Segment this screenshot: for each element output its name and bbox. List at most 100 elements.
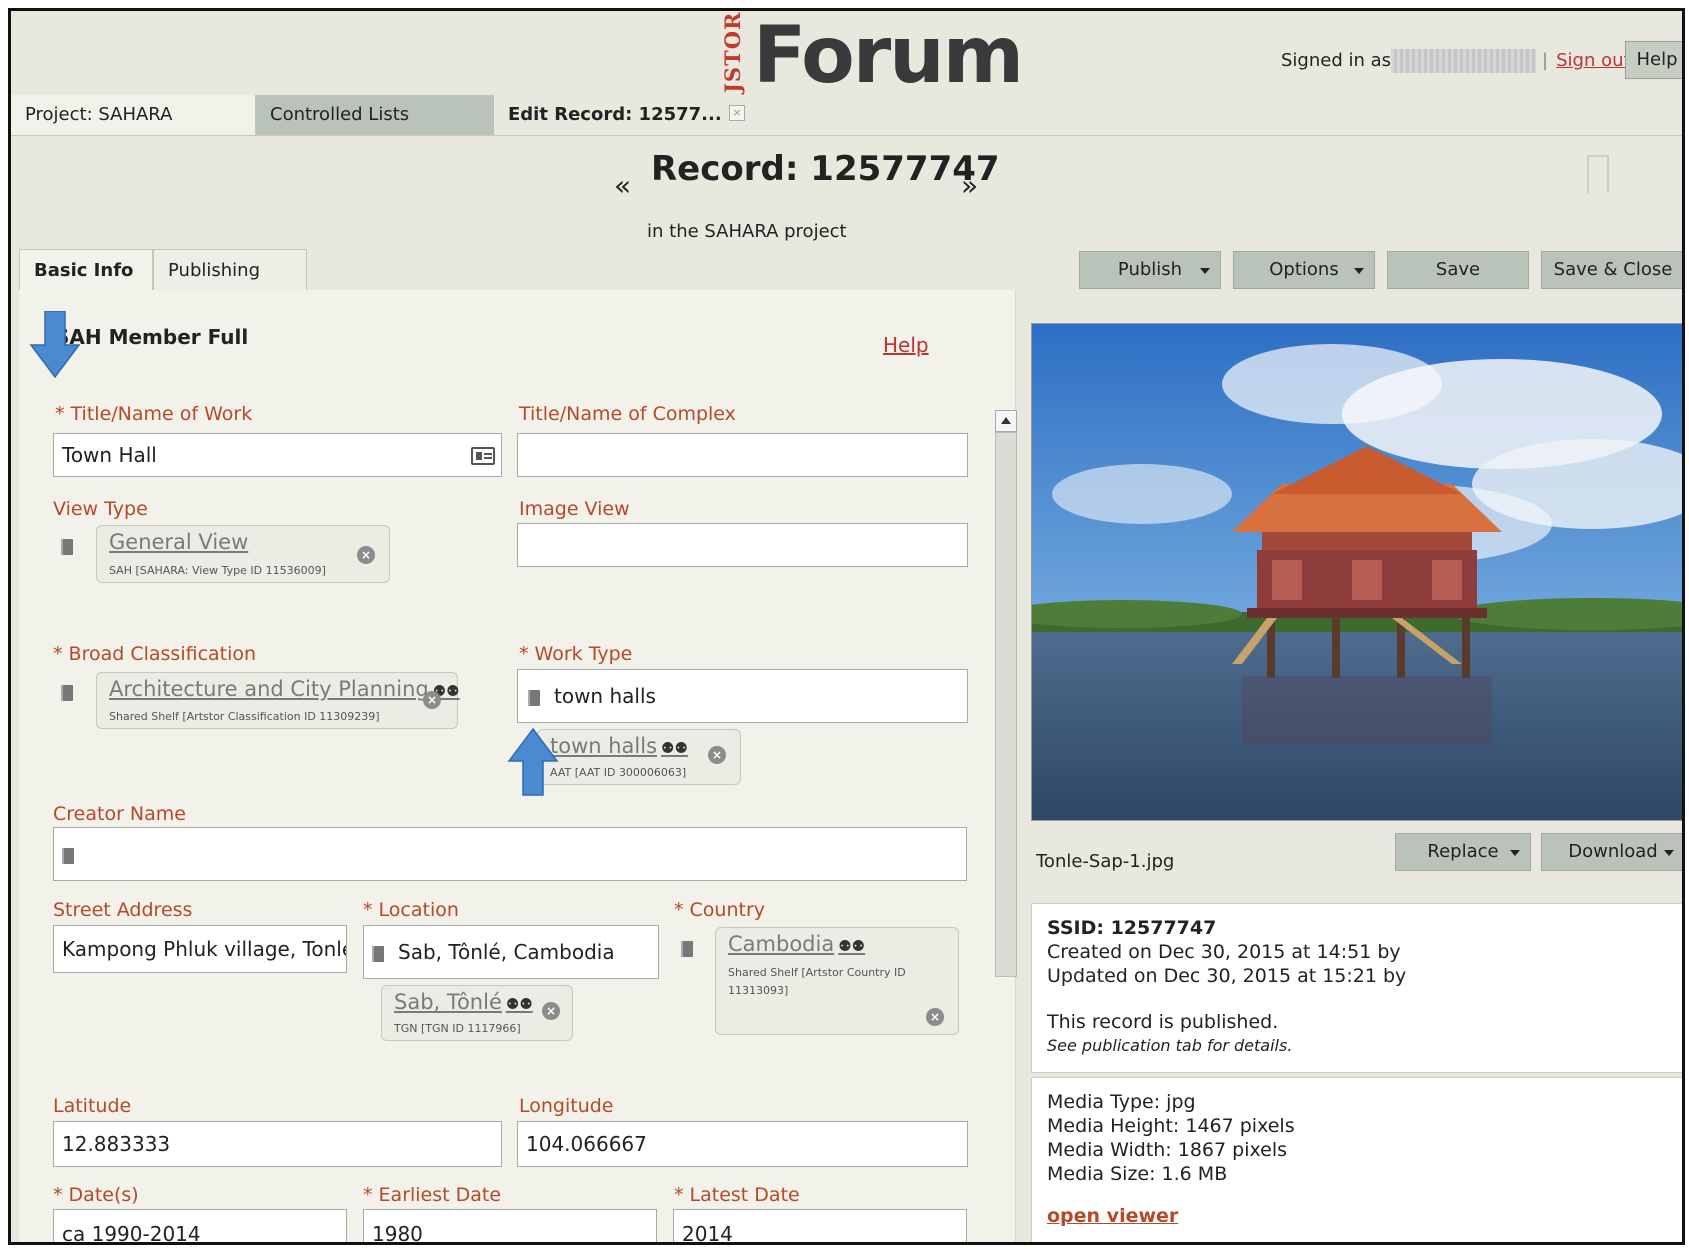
media-filename: Tonle-Sap-1.jpg [1036,851,1175,872]
download-label: Download [1568,841,1658,862]
forum-logo: Forum [753,11,1024,101]
stilt-house-photo [1032,324,1682,820]
country-chip-text: Cambodia [728,932,835,956]
country-chip-sub-1: Shared Shelf [Artstor Country ID [728,966,906,979]
location-label: * Location [363,899,459,921]
media-width: Media Width: 1867 pixels [1047,1139,1288,1161]
scrollbar-thumb[interactable] [995,432,1017,977]
longitude-input[interactable]: 104.066667 [517,1121,968,1167]
separator: | [1542,50,1549,71]
document-icon[interactable] [528,689,540,706]
location-chip-text: Sab, Tônlé [394,990,502,1014]
tab-edit-record[interactable]: Edit Record: 12577... [494,95,752,135]
options-button[interactable]: Options [1233,251,1375,289]
work-type-chip-title[interactable]: town halls ⚉⚉ [550,734,688,758]
remove-icon[interactable]: × [926,1008,944,1026]
save-close-button[interactable]: Save & Close [1541,251,1682,289]
created-on: Created on Dec 30, 2015 at 14:51 by [1047,941,1401,963]
publish-label: Publish [1117,259,1183,280]
bookmark-icon[interactable] [1587,155,1609,193]
work-type-chip-sub: AAT [AAT ID 300006063] [550,766,687,779]
next-record-button[interactable]: » [961,169,978,202]
previous-record-button[interactable]: « [614,169,631,202]
earliest-date-input[interactable]: 1980 [363,1209,657,1242]
publish-button[interactable]: Publish [1079,251,1221,289]
signed-in-status: Signed in asuser| Sign out [1281,49,1631,73]
earliest-date-label: * Earliest Date [363,1184,502,1206]
form-help-link[interactable]: Help [883,333,929,357]
remove-icon[interactable]: × [357,546,375,564]
help-button[interactable]: Help [1625,41,1682,79]
publication-note: See publication tab for details. [1047,1036,1293,1055]
work-type-value: town halls [554,684,656,708]
chevron-down-icon [1200,268,1210,274]
media-size: Media Size: 1.6 MB [1047,1163,1228,1185]
save-button[interactable]: Save [1387,251,1529,289]
people-icon: ⚉⚉ [838,937,866,955]
location-value: Sab, Tônlé, Cambodia [398,940,615,964]
remove-icon[interactable]: × [542,1002,560,1020]
view-type-chip-title[interactable]: General View [109,530,248,554]
broad-chip-sub: Shared Shelf [Artstor Classification ID … [109,710,380,723]
divider [11,135,1682,136]
tab-project[interactable]: Project: SAHARA [11,95,256,135]
replace-label: Replace [1427,841,1499,862]
document-icon[interactable] [61,685,73,701]
image-view-label: Image View [519,498,630,520]
title-name-label: * Title/Name of Work [55,403,253,425]
document-icon[interactable] [61,539,73,555]
location-chip-title[interactable]: Sab, Tônlé ⚉⚉ [394,990,533,1014]
form-title: SAH Member Full [55,325,249,349]
work-type-input[interactable]: town halls [517,669,968,723]
annotation-arrow-down-icon [29,311,81,379]
latitude-input[interactable]: 12.883333 [53,1121,502,1167]
tab-close-icon[interactable]: × [729,105,745,121]
document-icon[interactable] [681,941,693,957]
latest-date-label: * Latest Date [674,1184,800,1206]
record-subtitle: in the SAHARA project [647,221,847,242]
creator-name-input[interactable] [53,827,967,881]
username-redacted: user [1391,49,1537,73]
view-type-chip: General View SAH [SAHARA: View Type ID 1… [96,525,390,583]
document-icon[interactable] [62,847,74,864]
scroll-up-button[interactable] [995,410,1017,432]
street-address-input[interactable]: Kampong Phluk village, Tonle [53,925,347,973]
chevron-down-icon [1664,850,1674,856]
tab-controlled-lists[interactable]: Controlled Lists [256,95,494,135]
work-type-chip-text: town halls [550,734,658,758]
document-icon[interactable] [372,945,384,962]
chevron-down-icon [1510,850,1520,856]
latest-date-input[interactable]: 2014 [673,1209,967,1242]
broad-chip-title[interactable]: Architecture and City Planning ⚉⚉ [109,677,460,701]
signed-in-label: Signed in as [1281,50,1392,71]
country-chip-sub-2: 11313093] [728,984,789,997]
remove-icon[interactable]: × [708,746,726,764]
view-type-chip-sub: SAH [SAHARA: View Type ID 11536009] [109,564,326,577]
media-image[interactable] [1031,323,1682,821]
image-view-input[interactable] [517,523,968,567]
sign-out-link[interactable]: Sign out [1556,50,1630,71]
annotation-arrow-up-icon [507,727,559,796]
location-chip: Sab, Tônlé ⚉⚉ TGN [TGN ID 1117966] × [381,985,573,1041]
creator-name-label: Creator Name [53,803,186,825]
broad-chip-text: Architecture and City Planning [109,677,429,701]
work-type-chip: town halls ⚉⚉ AAT [AAT ID 300006063] × [537,729,741,785]
replace-button[interactable]: Replace [1395,833,1531,871]
open-viewer-link[interactable]: open viewer [1047,1204,1677,1228]
location-input[interactable]: Sab, Tônlé, Cambodia [363,925,659,979]
complex-input[interactable] [517,433,968,477]
updated-on: Updated on Dec 30, 2015 at 15:21 by [1047,965,1407,987]
remove-icon[interactable]: × [423,691,441,709]
media-info-box: Media Type: jpg Media Height: 1467 pixel… [1031,1077,1682,1242]
media-height: Media Height: 1467 pixels [1047,1115,1295,1137]
download-button[interactable]: Download [1541,833,1682,871]
dates-label: * Date(s) [53,1184,139,1206]
title-name-input[interactable]: Town Hall [53,433,502,477]
dates-input[interactable]: ca 1990-2014 [53,1209,347,1242]
longitude-label: Longitude [519,1095,614,1117]
id-card-icon[interactable] [471,447,495,465]
country-chip-title[interactable]: Cambodia ⚉⚉ [728,932,865,956]
tab-basic-info[interactable]: Basic Info [19,249,153,291]
tab-publishing-info[interactable]: Publishing Info [153,249,307,323]
published-status: This record is published. [1047,1011,1279,1033]
